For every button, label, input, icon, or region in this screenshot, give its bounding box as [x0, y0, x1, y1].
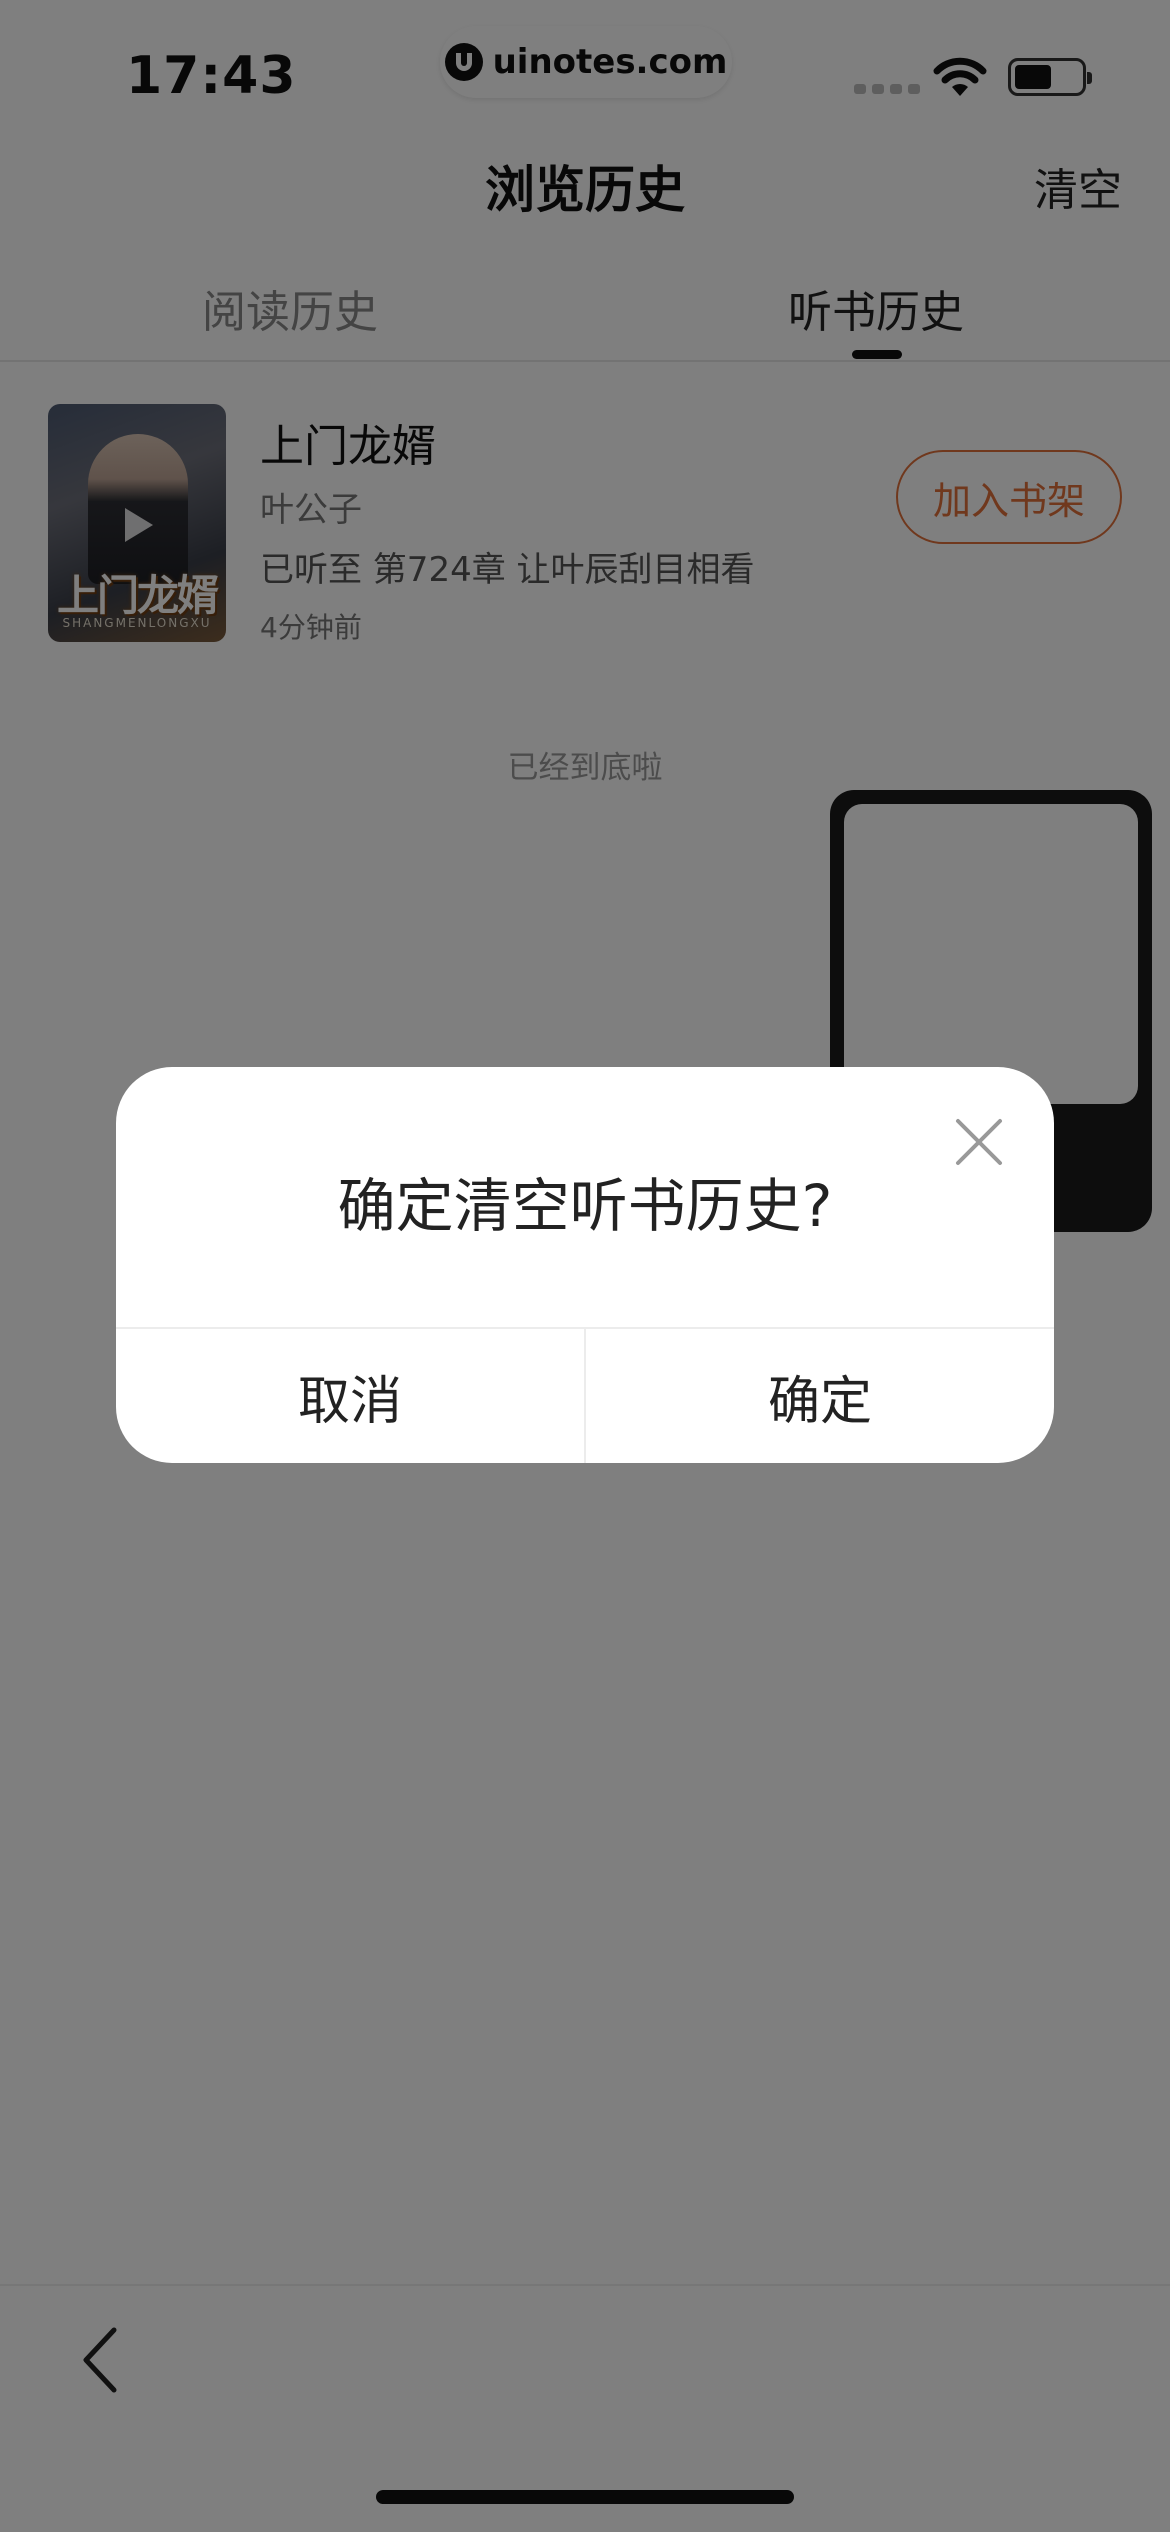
cancel-button[interactable]: 取消	[116, 1329, 584, 1463]
clear-history-dialog: 确定清空听书历史? 取消 确定	[116, 1067, 1054, 1463]
confirm-button[interactable]: 确定	[586, 1329, 1054, 1463]
dialog-message: 确定清空听书历史?	[337, 1172, 833, 1240]
